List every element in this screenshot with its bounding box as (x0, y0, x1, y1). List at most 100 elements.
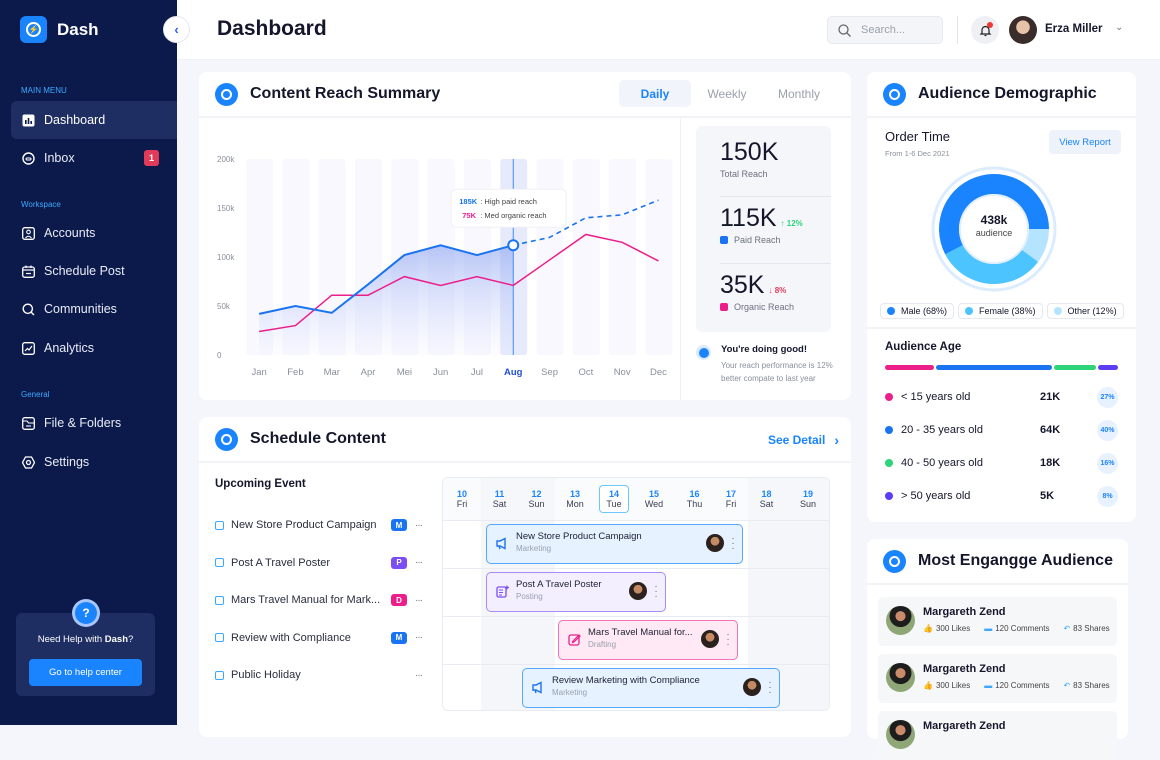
schedule-event-card[interactable]: Post A Travel Poster Posting · · · (486, 572, 666, 612)
top-bar: Dashboard Search... Erza Miller ⌄ (177, 0, 1160, 60)
more-options-icon[interactable]: ··· (415, 670, 423, 681)
paid-color-swatch (720, 236, 728, 244)
schedule-calendar: 10 Fri 11 Sat 12 Sun 13 Mon 14 Tue 15 Wed 16 Thu 17 Fri… (442, 477, 830, 711)
day-name: Sat (492, 499, 507, 509)
calendar-icon (215, 558, 224, 567)
upcoming-event-item[interactable]: Public Holiday ··· (215, 667, 427, 683)
age-percent-badge: 40% (1097, 419, 1118, 441)
user-name[interactable]: Erza Miller (1045, 23, 1103, 35)
upcoming-event-item[interactable]: Post A Travel Poster P ··· (215, 555, 427, 571)
chart-tooltip (450, 188, 567, 228)
day-number: 10 (456, 489, 467, 499)
pie-icon (883, 82, 906, 106)
avatar (706, 534, 724, 552)
calendar-day[interactable]: 16 Thu (675, 478, 714, 520)
more-options-icon[interactable]: ··· (415, 632, 423, 643)
schedule-event-card[interactable]: Review Marketing with Compliance Marketin… (522, 668, 780, 708)
x-tick-label: Nov (614, 367, 631, 378)
more-options-icon[interactable]: ··· (768, 678, 772, 698)
calendar-day[interactable]: 11 Sat (481, 478, 518, 520)
lightning-icon: ⚡ (20, 16, 47, 43)
tab-daily[interactable]: Daily (619, 80, 691, 107)
upcoming-event-item[interactable]: Mars Travel Manual for Mark... D ··· (215, 592, 427, 608)
calendar-day[interactable]: 13 Mon (555, 478, 595, 520)
tooltip-value: 185K (459, 197, 478, 206)
sidebar-item-dashboard[interactable]: Dashboard (11, 101, 177, 139)
share-icon: ↶ (1063, 624, 1071, 633)
calendar-day[interactable]: 18 Sat (748, 478, 785, 520)
sidebar-item-settings[interactable]: Settings (11, 443, 177, 481)
more-options-icon[interactable]: ··· (731, 534, 735, 554)
tooltip-label: : Med organic reach (480, 211, 546, 220)
calendar-day[interactable]: 14 Tue (599, 485, 629, 513)
donut-center-value: 438k (980, 213, 1008, 227)
x-tick-label: Aug (504, 367, 523, 378)
day-number: 15 (648, 489, 659, 499)
more-options-icon[interactable]: ··· (726, 630, 730, 650)
row-divider (443, 568, 829, 569)
tab-monthly[interactable]: Monthly (763, 80, 835, 107)
sidebar-item-communities[interactable]: Communities (11, 290, 177, 328)
tab-weekly[interactable]: Weekly (691, 80, 763, 107)
schedule-event-card[interactable]: New Store Product Campaign Marketing · · · (486, 524, 743, 564)
upcoming-event-item[interactable]: Review with Compliance M ··· (215, 630, 427, 646)
schedule-event-card[interactable]: Mars Travel Manual for... Drafting · · · (558, 620, 738, 660)
more-options-icon[interactable]: ··· (415, 557, 423, 568)
engaged-item[interactable]: Margareth Zend (878, 711, 1117, 760)
calendar-day[interactable]: 19 Sun (785, 478, 829, 520)
sidebar-item-schedule-post[interactable]: Schedule Post (11, 252, 177, 290)
user-avatar[interactable] (1009, 16, 1037, 44)
y-tick-label: 0 (217, 351, 222, 360)
search-icon (838, 23, 851, 37)
general-label: General (21, 390, 50, 399)
age-row: > 50 years old 5K 8% (885, 485, 1120, 507)
collapse-sidebar-button[interactable]: ‹ (163, 16, 190, 43)
more-options-icon[interactable]: ··· (415, 595, 423, 606)
calendar-day[interactable]: 15 Wed (633, 478, 675, 520)
more-options-icon[interactable]: ··· (654, 582, 658, 602)
calendar-day[interactable]: 10 Fri (443, 478, 481, 520)
age-color-dot (885, 459, 893, 467)
engaged-item[interactable]: Margareth Zend 👍 300 Likes ▬ 120 Comments ↶ 8… (878, 654, 1117, 703)
x-tick-label: Mei (397, 367, 412, 378)
app-name: Dash (57, 19, 99, 39)
age-percent-badge: 27% (1097, 386, 1118, 408)
y-tick-label: 150k (217, 204, 235, 213)
message-text: Your reach performance is 12% better com… (721, 361, 833, 383)
more-options-icon[interactable]: ··· (415, 520, 423, 531)
upcoming-event-item[interactable]: New Store Product Campaign M ··· (215, 517, 427, 533)
search-input[interactable]: Search... (827, 16, 943, 44)
sidebar-item-analytics[interactable]: Analytics (11, 329, 177, 367)
sidebar-item-file-folders[interactable]: File & Folders (11, 404, 177, 442)
sidebar-item-accounts[interactable]: Accounts (11, 214, 177, 252)
thumbs-up-icon: 👍 (923, 624, 933, 633)
date-range: From 1-6 Dec 2021 (885, 149, 950, 158)
see-detail-link[interactable]: See Detail › (768, 432, 839, 448)
card-title: Schedule Content (250, 430, 387, 447)
view-report-button[interactable]: View Report (1049, 130, 1121, 154)
event-title: Mars Travel Manual for Mark... (231, 594, 381, 606)
chevron-down-icon[interactable]: ⌄ (1115, 22, 1123, 33)
calendar-day[interactable]: 17 Fri (714, 478, 748, 520)
pie-icon (215, 82, 238, 106)
event-tag: D (391, 594, 407, 606)
notification-button[interactable] (971, 16, 999, 44)
event-tag: M (391, 519, 407, 531)
day-number: 14 (608, 489, 619, 499)
reach-stats: 150K Total Reach 115K ↑ 12% Paid Reach 35… (696, 126, 831, 332)
age-bar-segment (1097, 365, 1118, 370)
donut-center-label: audience (975, 228, 1013, 238)
highlight-point[interactable] (507, 239, 520, 252)
engaged-item[interactable]: Margareth Zend 👍 300 Likes ▬ 120 Comments ↶ 8… (878, 597, 1117, 646)
upcoming-title: Upcoming Event (215, 478, 306, 490)
y-tick-label: 100k (217, 253, 235, 262)
stat-label: Paid Reach (734, 235, 781, 245)
divider (720, 196, 831, 197)
sidebar-item-inbox[interactable]: Inbox 1 (11, 139, 177, 177)
calendar-day[interactable]: 12 Sun (518, 478, 555, 520)
age-label: < 15 years old (901, 391, 971, 403)
help-center-button[interactable]: Go to help center (29, 659, 142, 686)
age-color-dot (885, 492, 893, 500)
tooltip-value: 75K (462, 211, 476, 220)
app-logo[interactable]: ⚡ Dash (20, 16, 99, 43)
